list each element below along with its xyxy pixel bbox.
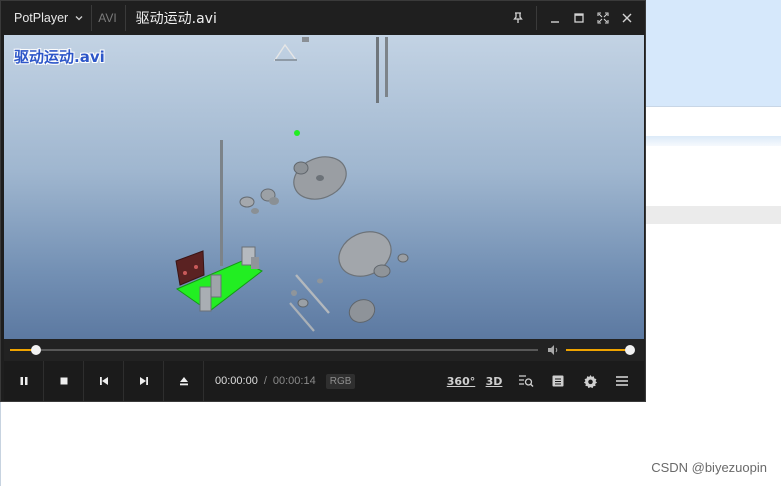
pause-button[interactable] xyxy=(4,361,44,401)
pin-icon xyxy=(513,12,523,23)
next-icon xyxy=(139,377,148,385)
current-time: 00:00:00 xyxy=(215,375,258,387)
search-list-icon xyxy=(519,375,534,387)
control-bar: 00:00:00 / 00:00:14 RGB 360° 3D xyxy=(4,361,644,401)
time-separator: / xyxy=(263,375,267,387)
pause-icon xyxy=(20,377,27,385)
potplayer-window: PotPlayer AVI 驱动运动.avi 驱动运动.avi 00:00:00… xyxy=(0,0,646,402)
previous-button[interactable] xyxy=(84,361,124,401)
speaker-icon[interactable] xyxy=(546,343,560,357)
gear xyxy=(348,299,376,323)
video-area[interactable]: 驱动运动.avi xyxy=(4,35,644,339)
window-controls xyxy=(506,1,639,35)
seek-bar[interactable] xyxy=(10,345,538,355)
gear-hub xyxy=(316,175,324,181)
fullscreen-button[interactable] xyxy=(591,6,615,30)
main-menu-button[interactable] xyxy=(606,361,638,401)
gear xyxy=(317,278,323,284)
mechanism-rod xyxy=(385,37,388,97)
gear xyxy=(293,161,309,175)
minimize-icon xyxy=(551,21,559,23)
mechanism-part xyxy=(273,43,298,61)
search-list-button[interactable] xyxy=(510,361,542,401)
background-window-border xyxy=(0,402,1,486)
close-icon xyxy=(622,13,632,23)
watermark: CSDN @biyezuopin xyxy=(651,460,767,475)
volume-handle[interactable] xyxy=(625,345,635,355)
bracket xyxy=(199,286,212,312)
bracket xyxy=(210,274,222,298)
next-button[interactable] xyxy=(124,361,164,401)
background-window-row xyxy=(646,106,781,134)
file-title: 驱动运动.avi xyxy=(135,11,217,27)
chevron-down-icon xyxy=(75,16,83,21)
maximize-button[interactable] xyxy=(567,6,591,30)
color-space-badge[interactable]: RGB xyxy=(325,373,356,389)
seek-handle[interactable] xyxy=(31,345,42,355)
volume-level xyxy=(566,349,630,351)
settings-button[interactable] xyxy=(574,361,606,401)
time-display: 00:00:00 / 00:00:14 RGB xyxy=(204,373,356,389)
right-controls: 360° 3D xyxy=(444,361,638,401)
seek-row xyxy=(4,339,644,361)
motor-part xyxy=(183,271,187,275)
video-frame xyxy=(175,37,409,332)
gear xyxy=(397,253,409,263)
gear xyxy=(269,197,279,205)
volume-slider[interactable] xyxy=(566,345,635,355)
3d-button[interactable]: 3D xyxy=(478,361,510,401)
app-name: PotPlayer xyxy=(14,11,69,25)
stop-button[interactable] xyxy=(44,361,84,401)
total-duration: 00:00:14 xyxy=(272,375,316,387)
vr-360-label: 360° xyxy=(446,374,476,388)
gear xyxy=(297,298,309,308)
pin-button[interactable] xyxy=(506,6,530,30)
gear xyxy=(291,290,297,296)
eject-icon xyxy=(179,377,188,386)
gear xyxy=(251,208,259,214)
app-menu-button[interactable]: PotPlayer xyxy=(1,1,91,35)
background-window-row xyxy=(646,136,781,146)
background-window-header xyxy=(646,0,781,106)
desktop: CSDN @biyezuopin PotPlayer AVI 驱动运动.avi xyxy=(0,0,781,486)
mechanism-rod xyxy=(376,37,379,103)
bracket xyxy=(251,257,259,269)
gear xyxy=(239,196,255,208)
format-label: AVI xyxy=(98,11,117,25)
minimize-button[interactable] xyxy=(543,6,567,30)
menu-icon xyxy=(616,376,628,386)
3d-label: 3D xyxy=(485,374,503,388)
vr-360-button[interactable]: 360° xyxy=(444,361,478,401)
divider xyxy=(536,6,537,30)
fullscreen-icon xyxy=(597,12,609,24)
gear-icon xyxy=(583,374,597,388)
motor-part xyxy=(194,265,198,269)
title-bar[interactable]: PotPlayer AVI 驱动运动.avi xyxy=(1,1,645,35)
playlist-icon xyxy=(552,375,564,387)
eject-button[interactable] xyxy=(164,361,204,401)
mechanism-part xyxy=(302,37,309,42)
gear xyxy=(373,264,391,278)
background-window-row xyxy=(646,206,781,224)
mechanism-shaft xyxy=(220,140,223,266)
mechanism-rod xyxy=(295,274,330,314)
maximize-icon xyxy=(574,13,584,23)
stop-icon xyxy=(60,377,67,385)
playlist-button[interactable] xyxy=(542,361,574,401)
close-button[interactable] xyxy=(615,6,639,30)
marker-dot xyxy=(294,130,300,136)
previous-icon xyxy=(99,377,108,385)
